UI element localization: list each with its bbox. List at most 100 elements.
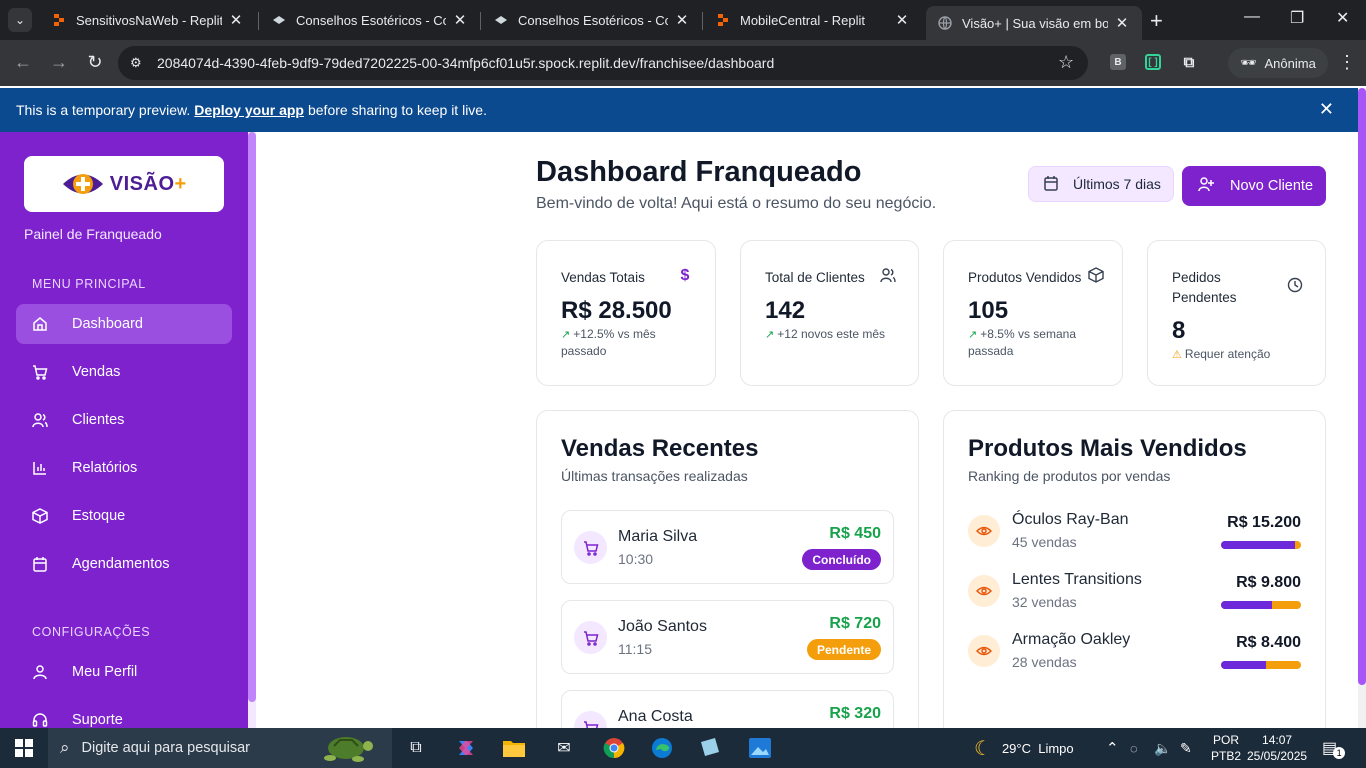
windows-taskbar: ⌕ Digite aqui para pesquisar ⧉ ✉ ☾ 29°C …: [0, 728, 1366, 768]
weather-widget[interactable]: ☾ 29°C Limpo: [974, 728, 1074, 768]
bookmark-star-icon[interactable]: ☆: [1058, 52, 1074, 73]
clock-icon: [1287, 277, 1303, 293]
status-badge: Concluído: [802, 549, 881, 570]
chrome-icon[interactable]: [602, 736, 626, 760]
browser-menu-icon[interactable]: ⋮: [1338, 52, 1356, 73]
mail-icon[interactable]: ✉: [552, 736, 576, 760]
home-icon: [32, 316, 48, 332]
edge-icon[interactable]: [650, 736, 674, 760]
sidebar-item-label: Meu Perfil: [72, 664, 138, 680]
tray-expand-icon[interactable]: ⌃: [1106, 728, 1119, 768]
product-share-fill: [1221, 661, 1266, 669]
tab-divider: [480, 12, 481, 30]
product-share-bar: [1221, 661, 1301, 669]
minimize-icon[interactable]: —: [1244, 8, 1260, 26]
replit-icon: [54, 14, 64, 26]
browser-tab-1[interactable]: SensitivosNaWeb - Replit ✕: [40, 4, 256, 36]
sidebar-item-vendas[interactable]: Vendas: [16, 352, 232, 392]
copilot-icon[interactable]: [454, 736, 478, 760]
recent-sales-subtitle: Últimas transações realizadas: [561, 468, 748, 484]
task-view-icon[interactable]: ⧉: [404, 736, 428, 760]
sidebar-item-relatorios[interactable]: Relatórios: [16, 448, 232, 488]
app-icon[interactable]: [698, 736, 722, 760]
menu-section-title: MENU PRINCIPAL: [32, 277, 146, 291]
extensions-puzzle-icon[interactable]: ⧉: [1181, 54, 1197, 71]
back-icon[interactable]: ←: [12, 52, 34, 73]
page-scrollbar[interactable]: [1358, 88, 1366, 728]
trend-up-icon: ↗: [765, 329, 778, 341]
product-name: Armação Oakley: [1012, 631, 1131, 648]
users-icon: [32, 412, 48, 428]
tab-title: SensitivosNaWeb - Replit: [76, 12, 222, 28]
sale-row[interactable]: João Santos 11:15 R$ 720 Pendente: [561, 600, 894, 674]
taskbar-search-box[interactable]: ⌕ Digite aqui para pesquisar: [48, 728, 392, 768]
browser-tab-4[interactable]: MobileCentral - Replit ✕: [704, 4, 922, 36]
browser-tab-3[interactable]: Conselhos Esotéricos - Cons ✕: [482, 4, 702, 36]
language-indicator[interactable]: POR PTB2: [1211, 728, 1241, 768]
product-row[interactable]: Lentes Transitions 32 vendas R$ 9.800: [968, 571, 1301, 629]
crystal-icon: [495, 16, 507, 24]
tab-divider: [702, 12, 703, 30]
search-icon: ⌕: [60, 738, 70, 757]
sidebar-item-dashboard[interactable]: Dashboard: [16, 304, 232, 344]
close-window-icon[interactable]: ✕: [1336, 8, 1349, 28]
notification-count: 1: [1333, 747, 1346, 759]
sidebar-item-estoque[interactable]: Estoque: [16, 496, 232, 536]
clock[interactable]: 14:07 25/05/2025: [1247, 728, 1307, 768]
sidebar-item-agendamentos[interactable]: Agendamentos: [16, 544, 232, 584]
close-tab-icon[interactable]: ✕: [674, 11, 690, 29]
stat-note-wrap: ↗ +8.5% vs semana passada: [968, 326, 1108, 359]
product-share-fill: [1221, 601, 1273, 609]
windows-start-icon[interactable]: [12, 736, 36, 760]
tab-title: Conselhos Esotéricos - Cons: [518, 12, 668, 28]
sidebar-scrollbar-thumb[interactable]: [248, 132, 256, 702]
close-tab-icon[interactable]: ✕: [228, 11, 244, 29]
stat-note: +8.5% vs semana passada: [968, 327, 1076, 358]
close-tab-icon[interactable]: ✕: [452, 11, 468, 29]
stat-note-wrap: ⚠ Requer atenção: [1172, 346, 1312, 363]
pen-icon[interactable]: ✎: [1180, 728, 1192, 768]
product-row[interactable]: Óculos Ray-Ban 45 vendas R$ 15.200: [968, 511, 1301, 569]
globe-icon: [938, 16, 952, 30]
volume-icon[interactable]: 🔈: [1154, 728, 1171, 768]
stat-card-vendas-totais: Vendas Totais $ R$ 28.500 ↗ +12.5% vs mê…: [536, 240, 716, 386]
new-tab-button[interactable]: +: [1150, 8, 1163, 34]
sale-row[interactable]: Maria Silva 10:30 R$ 450 Concluído: [561, 510, 894, 584]
extension-b-icon[interactable]: B: [1110, 54, 1126, 70]
banner-prefix: This is a temporary preview.: [16, 102, 191, 118]
browser-tab-2[interactable]: Conselhos Esotéricos - Cons ✕: [260, 4, 480, 36]
product-row[interactable]: Armação Oakley 28 vendas R$ 8.400: [968, 631, 1301, 689]
cart-icon: [574, 621, 607, 654]
forward-icon[interactable]: →: [48, 52, 70, 73]
stat-note: Requer atenção: [1184, 347, 1271, 361]
file-explorer-icon[interactable]: [502, 736, 526, 760]
photos-icon[interactable]: [748, 736, 772, 760]
period-filter-button[interactable]: Últimos 7 dias: [1028, 166, 1174, 202]
page-scrollbar-thumb[interactable]: [1358, 88, 1366, 685]
sale-amount: R$ 720: [829, 615, 881, 632]
tab-search-button[interactable]: ⌄: [8, 8, 32, 32]
close-banner-icon[interactable]: ✕: [1319, 99, 1334, 120]
brand-logo[interactable]: VISÃO +: [24, 156, 224, 212]
extension-bracket-icon[interactable]: [ ]: [1145, 54, 1161, 70]
deploy-link[interactable]: Deploy your app: [194, 102, 304, 118]
sidebar-scrollbar[interactable]: [248, 132, 256, 728]
reload-icon[interactable]: ↻: [84, 52, 106, 73]
stat-note: +12 novos este mês: [777, 327, 886, 341]
address-bar[interactable]: ⚙ 2084074d-4390-4feb-9df9-79ded7202225-0…: [118, 46, 1088, 80]
incognito-profile-button[interactable]: 🕶 Anônima: [1228, 48, 1328, 78]
sale-amount: R$ 450: [829, 525, 881, 542]
sidebar-item-meu-perfil[interactable]: Meu Perfil: [16, 652, 232, 692]
turtle-illustration-icon: [318, 732, 378, 768]
close-tab-icon[interactable]: ✕: [1114, 14, 1130, 32]
sidebar-item-clientes[interactable]: Clientes: [16, 400, 232, 440]
site-info-icon[interactable]: ⚙: [130, 55, 146, 71]
notifications-button[interactable]: ▤ 1: [1322, 728, 1346, 768]
moon-icon: ☾: [974, 737, 992, 760]
close-tab-icon[interactable]: ✕: [894, 11, 910, 29]
status-badge: Pendente: [806, 639, 881, 660]
restore-icon[interactable]: ❐: [1290, 8, 1304, 28]
browser-tab-5-active[interactable]: Visão+ | Sua visão em boas ✕: [926, 6, 1142, 40]
new-client-button[interactable]: Novo Cliente: [1182, 166, 1326, 206]
network-icon[interactable]: ◌: [1130, 728, 1138, 768]
